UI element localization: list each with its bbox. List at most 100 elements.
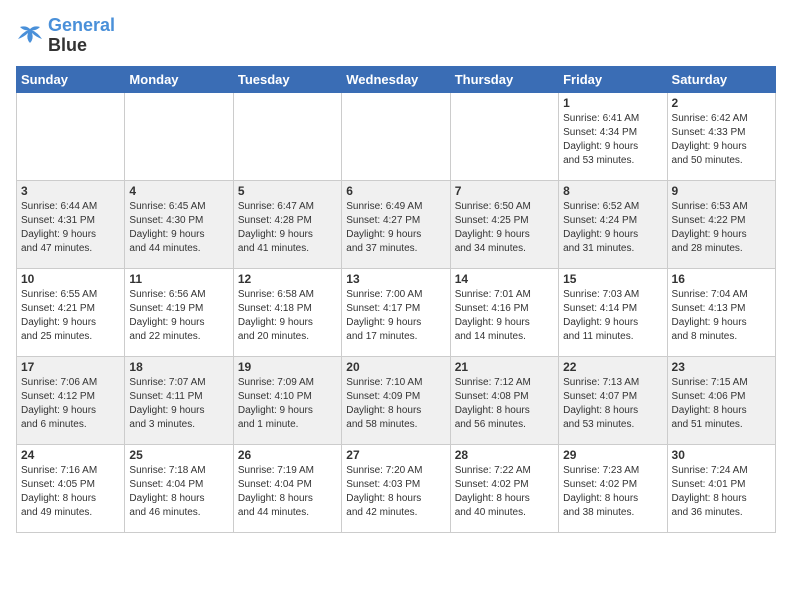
day-info: Sunrise: 6:42 AM Sunset: 4:33 PM Dayligh… <box>672 112 771 168</box>
day-info: Sunrise: 7:09 AM Sunset: 4:10 PM Dayligh… <box>238 376 337 432</box>
week-row-4: 17 Sunrise: 7:06 AM Sunset: 4:12 PM Dayli… <box>17 356 776 444</box>
day-number: 2 <box>672 96 771 110</box>
day-number: 15 <box>563 272 662 286</box>
header-cell-sunday: Sunday <box>17 66 125 92</box>
calendar-cell: 11Sunrise: 6:56 AM Sunset: 4:19 PM Dayli… <box>125 268 233 356</box>
week-row-5: 24 Sunrise: 7:16 AM Sunset: 4:05 PM Dayli… <box>17 444 776 532</box>
day-number: 3 <box>21 184 120 198</box>
week-row-3: 10 Sunrise: 6:55 AM Sunset: 4:21 PM Dayli… <box>17 268 776 356</box>
calendar-table: SundayMondayTuesdayWednesdayThursdayFrid… <box>16 66 776 533</box>
day-info: Sunrise: 6:47 AM Sunset: 4:28 PM Dayligh… <box>238 200 337 256</box>
day-info: Sunrise: 7:15 AM Sunset: 4:06 PM Dayligh… <box>672 376 771 432</box>
header-cell-thursday: Thursday <box>450 66 558 92</box>
day-number: 19 <box>238 360 337 374</box>
day-number: 27 <box>346 448 445 462</box>
day-number: 17 <box>21 360 120 374</box>
day-number: 12 <box>238 272 337 286</box>
page-header: GeneralBlue <box>16 16 776 56</box>
day-number: 26 <box>238 448 337 462</box>
day-number: 29 <box>563 448 662 462</box>
logo-bird-icon <box>16 25 44 47</box>
calendar-cell: 16Sunrise: 7:04 AM Sunset: 4:13 PM Dayli… <box>667 268 775 356</box>
calendar-cell: 19 Sunrise: 7:09 AM Sunset: 4:10 PM Dayli… <box>233 356 341 444</box>
day-number: 24 <box>21 448 120 462</box>
day-info: Sunrise: 7:01 AM Sunset: 4:16 PM Dayligh… <box>455 288 554 344</box>
day-info: Sunrise: 7:24 AM Sunset: 4:01 PM Dayligh… <box>672 464 771 520</box>
calendar-cell: 3 Sunrise: 6:44 AM Sunset: 4:31 PM Daylig… <box>17 180 125 268</box>
calendar-cell <box>233 92 341 180</box>
calendar-cell: 7 Sunrise: 6:50 AM Sunset: 4:25 PM Daylig… <box>450 180 558 268</box>
calendar-cell: 12Sunrise: 6:58 AM Sunset: 4:18 PM Dayli… <box>233 268 341 356</box>
calendar-cell <box>450 92 558 180</box>
day-info: Sunrise: 7:16 AM Sunset: 4:05 PM Dayligh… <box>21 464 120 520</box>
calendar-cell: 29 Sunrise: 7:23 AM Sunset: 4:02 PM Dayli… <box>559 444 667 532</box>
day-number: 5 <box>238 184 337 198</box>
day-info: Sunrise: 6:53 AM Sunset: 4:22 PM Dayligh… <box>672 200 771 256</box>
calendar-cell: 15 Sunrise: 7:03 AM Sunset: 4:14 PM Dayli… <box>559 268 667 356</box>
calendar-cell <box>17 92 125 180</box>
calendar-cell: 5 Sunrise: 6:47 AM Sunset: 4:28 PM Daylig… <box>233 180 341 268</box>
logo-name: GeneralBlue <box>48 16 115 56</box>
day-info: Sunrise: 6:49 AM Sunset: 4:27 PM Dayligh… <box>346 200 445 256</box>
day-info: Sunrise: 7:13 AM Sunset: 4:07 PM Dayligh… <box>563 376 662 432</box>
calendar-cell: 1 Sunrise: 6:41 AM Sunset: 4:34 PM Daylig… <box>559 92 667 180</box>
day-info: Sunrise: 7:06 AM Sunset: 4:12 PM Dayligh… <box>21 376 120 432</box>
calendar-cell: 21 Sunrise: 7:12 AM Sunset: 4:08 PM Dayli… <box>450 356 558 444</box>
day-info: Sunrise: 6:44 AM Sunset: 4:31 PM Dayligh… <box>21 200 120 256</box>
calendar-cell: 28 Sunrise: 7:22 AM Sunset: 4:02 PM Dayli… <box>450 444 558 532</box>
calendar-cell: 8Sunrise: 6:52 AM Sunset: 4:24 PM Daylig… <box>559 180 667 268</box>
day-info: Sunrise: 7:03 AM Sunset: 4:14 PM Dayligh… <box>563 288 662 344</box>
header-cell-tuesday: Tuesday <box>233 66 341 92</box>
day-number: 8 <box>563 184 662 198</box>
day-info: Sunrise: 7:23 AM Sunset: 4:02 PM Dayligh… <box>563 464 662 520</box>
day-info: Sunrise: 7:12 AM Sunset: 4:08 PM Dayligh… <box>455 376 554 432</box>
calendar-cell: 27 Sunrise: 7:20 AM Sunset: 4:03 PM Dayli… <box>342 444 450 532</box>
calendar-cell: 13 Sunrise: 7:00 AM Sunset: 4:17 PM Dayli… <box>342 268 450 356</box>
calendar-cell: 6 Sunrise: 6:49 AM Sunset: 4:27 PM Daylig… <box>342 180 450 268</box>
day-number: 22 <box>563 360 662 374</box>
day-number: 1 <box>563 96 662 110</box>
week-row-1: 1 Sunrise: 6:41 AM Sunset: 4:34 PM Daylig… <box>17 92 776 180</box>
week-row-2: 3 Sunrise: 6:44 AM Sunset: 4:31 PM Daylig… <box>17 180 776 268</box>
calendar-cell <box>342 92 450 180</box>
calendar-cell: 4Sunrise: 6:45 AM Sunset: 4:30 PM Daylig… <box>125 180 233 268</box>
day-number: 10 <box>21 272 120 286</box>
day-number: 6 <box>346 184 445 198</box>
day-info: Sunrise: 7:04 AM Sunset: 4:13 PM Dayligh… <box>672 288 771 344</box>
calendar-cell: 25 Sunrise: 7:18 AM Sunset: 4:04 PM Dayli… <box>125 444 233 532</box>
day-info: Sunrise: 6:55 AM Sunset: 4:21 PM Dayligh… <box>21 288 120 344</box>
calendar-cell <box>125 92 233 180</box>
day-info: Sunrise: 7:22 AM Sunset: 4:02 PM Dayligh… <box>455 464 554 520</box>
calendar-cell: 22 Sunrise: 7:13 AM Sunset: 4:07 PM Dayli… <box>559 356 667 444</box>
day-number: 14 <box>455 272 554 286</box>
day-number: 25 <box>129 448 228 462</box>
header-cell-saturday: Saturday <box>667 66 775 92</box>
day-number: 13 <box>346 272 445 286</box>
logo-text: GeneralBlue <box>48 16 115 56</box>
day-info: Sunrise: 6:56 AM Sunset: 4:19 PM Dayligh… <box>129 288 228 344</box>
calendar-cell: 23 Sunrise: 7:15 AM Sunset: 4:06 PM Dayli… <box>667 356 775 444</box>
logo: GeneralBlue <box>16 16 115 56</box>
day-number: 4 <box>129 184 228 198</box>
header-row: SundayMondayTuesdayWednesdayThursdayFrid… <box>17 66 776 92</box>
day-number: 9 <box>672 184 771 198</box>
day-number: 21 <box>455 360 554 374</box>
day-number: 7 <box>455 184 554 198</box>
day-info: Sunrise: 7:00 AM Sunset: 4:17 PM Dayligh… <box>346 288 445 344</box>
calendar-cell: 9 Sunrise: 6:53 AM Sunset: 4:22 PM Daylig… <box>667 180 775 268</box>
header-cell-monday: Monday <box>125 66 233 92</box>
calendar-cell: 10 Sunrise: 6:55 AM Sunset: 4:21 PM Dayli… <box>17 268 125 356</box>
calendar-cell: 2 Sunrise: 6:42 AM Sunset: 4:33 PM Daylig… <box>667 92 775 180</box>
day-info: Sunrise: 7:18 AM Sunset: 4:04 PM Dayligh… <box>129 464 228 520</box>
calendar-header: SundayMondayTuesdayWednesdayThursdayFrid… <box>17 66 776 92</box>
day-number: 23 <box>672 360 771 374</box>
day-info: Sunrise: 7:20 AM Sunset: 4:03 PM Dayligh… <box>346 464 445 520</box>
day-info: Sunrise: 7:07 AM Sunset: 4:11 PM Dayligh… <box>129 376 228 432</box>
day-info: Sunrise: 6:50 AM Sunset: 4:25 PM Dayligh… <box>455 200 554 256</box>
day-number: 20 <box>346 360 445 374</box>
day-number: 28 <box>455 448 554 462</box>
day-info: Sunrise: 6:41 AM Sunset: 4:34 PM Dayligh… <box>563 112 662 168</box>
calendar-body: 1 Sunrise: 6:41 AM Sunset: 4:34 PM Daylig… <box>17 92 776 532</box>
day-info: Sunrise: 7:19 AM Sunset: 4:04 PM Dayligh… <box>238 464 337 520</box>
calendar-cell: 30Sunrise: 7:24 AM Sunset: 4:01 PM Dayli… <box>667 444 775 532</box>
